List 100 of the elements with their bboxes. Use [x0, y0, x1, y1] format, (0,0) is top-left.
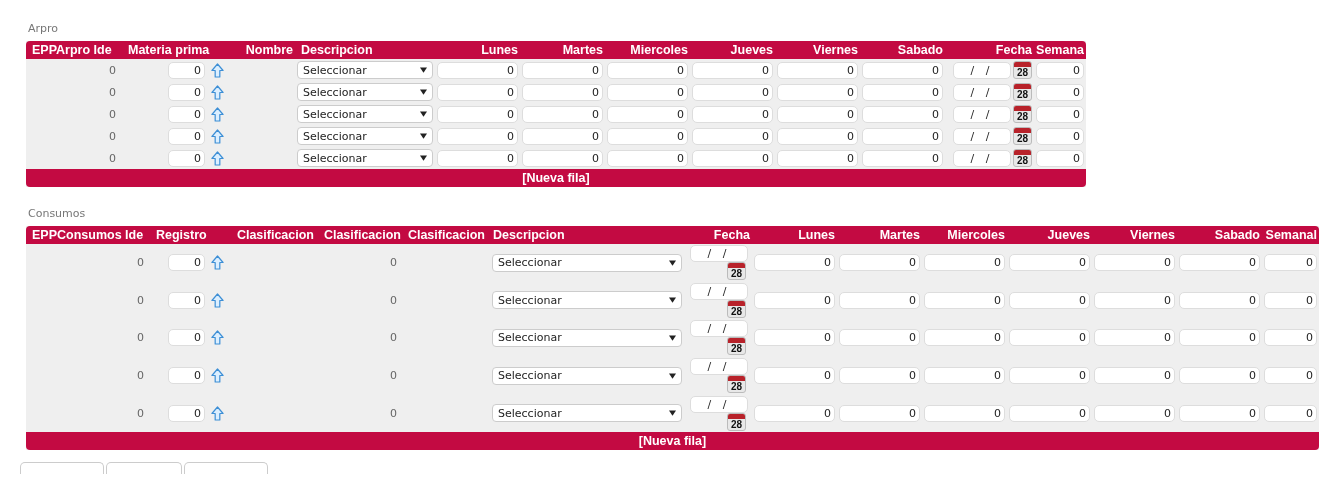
calendar-icon[interactable]: 28: [1013, 127, 1032, 145]
up-arrow-icon[interactable]: [211, 84, 224, 100]
input-field[interactable]: 0: [522, 105, 603, 123]
input-field[interactable]: 0: [1094, 404, 1175, 422]
date-field[interactable]: / /: [953, 61, 1011, 79]
input-field[interactable]: 0: [522, 149, 603, 167]
dropdown[interactable]: Seleccionar: [492, 291, 682, 310]
input-field[interactable]: 0: [1264, 329, 1317, 347]
input-field[interactable]: 0: [1036, 127, 1084, 145]
date-field[interactable]: / /: [690, 395, 748, 413]
up-arrow-icon[interactable]: [211, 368, 224, 384]
up-arrow-icon[interactable]: [211, 106, 224, 122]
input-field[interactable]: 0: [692, 105, 773, 123]
dropdown[interactable]: Seleccionar: [297, 83, 433, 101]
date-field[interactable]: / /: [690, 358, 748, 376]
dropdown[interactable]: Seleccionar: [297, 105, 433, 123]
input-field[interactable]: 0: [168, 61, 205, 79]
input-field[interactable]: 0: [1009, 254, 1090, 272]
input-field[interactable]: 0: [437, 61, 518, 79]
input-field[interactable]: 0: [924, 254, 1005, 272]
date-field[interactable]: / /: [953, 105, 1011, 123]
dropdown[interactable]: Seleccionar: [297, 149, 433, 167]
up-arrow-icon[interactable]: [211, 62, 224, 78]
input-field[interactable]: 0: [692, 61, 773, 79]
input-field[interactable]: 0: [754, 404, 835, 422]
input-field[interactable]: 0: [1009, 329, 1090, 347]
input-field[interactable]: 0: [777, 127, 858, 145]
action-button[interactable]: [106, 461, 182, 474]
input-field[interactable]: 0: [607, 83, 688, 101]
calendar-icon[interactable]: 28: [1013, 83, 1032, 101]
input-field[interactable]: 0: [168, 367, 205, 385]
input-field[interactable]: 0: [1179, 404, 1260, 422]
input-field[interactable]: 0: [839, 254, 920, 272]
input-field[interactable]: 0: [168, 105, 205, 123]
input-field[interactable]: 0: [1094, 329, 1175, 347]
input-field[interactable]: 0: [692, 149, 773, 167]
date-field[interactable]: / /: [690, 245, 748, 263]
input-field[interactable]: 0: [1036, 61, 1084, 79]
input-field[interactable]: 0: [1264, 404, 1317, 422]
input-field[interactable]: 0: [839, 329, 920, 347]
calendar-icon[interactable]: 28: [1013, 61, 1032, 79]
input-field[interactable]: 0: [1094, 254, 1175, 272]
date-field[interactable]: / /: [953, 149, 1011, 167]
input-field[interactable]: 0: [862, 127, 943, 145]
input-field[interactable]: 0: [777, 105, 858, 123]
calendar-icon[interactable]: 28: [727, 299, 746, 318]
new-row-link[interactable]: [Nueva fila]: [522, 171, 590, 185]
input-field[interactable]: 0: [1179, 291, 1260, 309]
input-field[interactable]: 0: [168, 404, 205, 422]
input-field[interactable]: 0: [437, 105, 518, 123]
input-field[interactable]: 0: [777, 61, 858, 79]
date-field[interactable]: / /: [953, 127, 1011, 145]
input-field[interactable]: 0: [862, 149, 943, 167]
input-field[interactable]: 0: [168, 329, 205, 347]
input-field[interactable]: 0: [522, 83, 603, 101]
up-arrow-icon[interactable]: [211, 150, 224, 166]
input-field[interactable]: 0: [862, 83, 943, 101]
input-field[interactable]: 0: [777, 149, 858, 167]
calendar-icon[interactable]: 28: [727, 412, 746, 431]
input-field[interactable]: 0: [839, 367, 920, 385]
input-field[interactable]: 0: [607, 61, 688, 79]
action-button[interactable]: [184, 461, 268, 474]
up-arrow-icon[interactable]: [211, 255, 224, 271]
input-field[interactable]: 0: [754, 329, 835, 347]
input-field[interactable]: 0: [924, 291, 1005, 309]
input-field[interactable]: 0: [862, 105, 943, 123]
input-field[interactable]: 0: [168, 254, 205, 272]
dropdown[interactable]: Seleccionar: [492, 329, 682, 347]
input-field[interactable]: 0: [1179, 329, 1260, 347]
input-field[interactable]: 0: [1094, 291, 1175, 309]
up-arrow-icon[interactable]: [211, 292, 224, 308]
input-field[interactable]: 0: [924, 329, 1005, 347]
date-field[interactable]: / /: [690, 320, 748, 338]
calendar-icon[interactable]: 28: [727, 262, 746, 281]
calendar-icon[interactable]: 28: [1013, 149, 1032, 167]
input-field[interactable]: 0: [168, 291, 205, 309]
input-field[interactable]: 0: [437, 149, 518, 167]
input-field[interactable]: 0: [1009, 291, 1090, 309]
date-field[interactable]: / /: [690, 282, 748, 300]
dropdown[interactable]: Seleccionar: [492, 366, 682, 385]
input-field[interactable]: 0: [1264, 254, 1317, 272]
input-field[interactable]: 0: [168, 149, 205, 167]
new-row-link[interactable]: [Nueva fila]: [638, 433, 707, 448]
input-field[interactable]: 0: [1009, 367, 1090, 385]
input-field[interactable]: 0: [437, 127, 518, 145]
input-field[interactable]: 0: [924, 404, 1005, 422]
input-field[interactable]: 0: [1009, 404, 1090, 422]
calendar-icon[interactable]: 28: [727, 375, 746, 394]
input-field[interactable]: 0: [1264, 367, 1317, 385]
input-field[interactable]: 0: [1179, 254, 1260, 272]
date-field[interactable]: / /: [953, 83, 1011, 101]
dropdown[interactable]: Seleccionar: [297, 61, 433, 79]
input-field[interactable]: 0: [168, 83, 205, 101]
input-field[interactable]: 0: [777, 83, 858, 101]
calendar-icon[interactable]: 28: [1013, 105, 1032, 123]
dropdown[interactable]: Seleccionar: [297, 127, 433, 145]
input-field[interactable]: 0: [1036, 105, 1084, 123]
dropdown[interactable]: Seleccionar: [492, 253, 682, 272]
input-field[interactable]: 0: [522, 127, 603, 145]
input-field[interactable]: 0: [1036, 149, 1084, 167]
